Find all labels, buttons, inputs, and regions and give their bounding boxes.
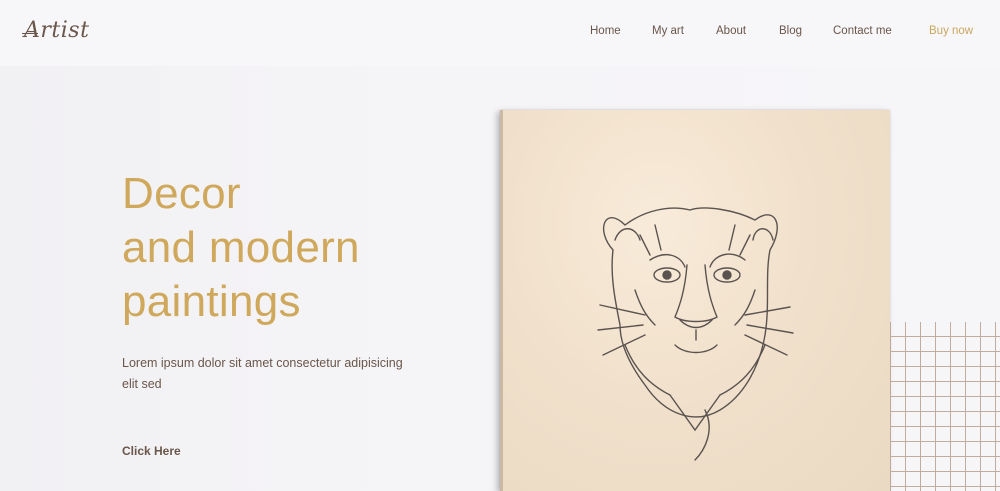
nav-home[interactable]: Home xyxy=(590,25,621,37)
nav-about[interactable]: About xyxy=(716,25,746,37)
nav-blog[interactable]: Blog xyxy=(779,25,802,37)
nav-my-art[interactable]: My art xyxy=(652,25,684,37)
nav-contact-me[interactable]: Contact me xyxy=(833,25,892,37)
wire-grid-icon xyxy=(890,322,1000,491)
nav-buy-now[interactable]: Buy now xyxy=(929,25,973,37)
hero-subtitle: Lorem ipsum dolor sit amet consectetur a… xyxy=(122,356,403,391)
site-header: Artist Home My art About Blog Contact me… xyxy=(0,0,1000,66)
hero-title-line: and modern xyxy=(122,223,360,272)
tiger-sketch-icon xyxy=(597,207,794,461)
click-here-button[interactable]: Click Here xyxy=(122,444,181,458)
main-nav: Home My art About Blog Contact me Buy no… xyxy=(0,25,1000,41)
hero-title: Decor and modern paintings xyxy=(122,167,482,329)
artwork-canvas xyxy=(500,110,890,491)
hero-title-line: Decor xyxy=(122,169,241,218)
hero-title-line: paintings xyxy=(122,277,301,326)
